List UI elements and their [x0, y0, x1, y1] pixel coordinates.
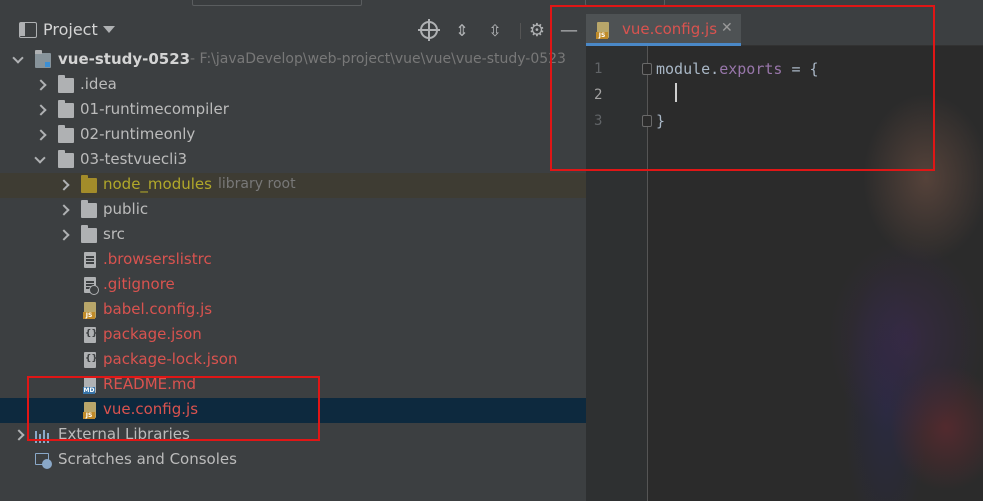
folder-icon — [81, 200, 97, 218]
collapse-arrow-icon[interactable] — [33, 98, 47, 123]
expand-arrow-icon[interactable] — [33, 148, 47, 173]
tree-item-label: package.json — [103, 325, 202, 343]
markdown-file-icon — [83, 377, 96, 394]
library-root-hint: library root — [218, 176, 296, 192]
tree-row-root[interactable]: vue-study-0523 - F:\javaDevelop\web-proj… — [0, 48, 586, 73]
tab-vue-config[interactable]: vue.config.js ✕ — [586, 14, 741, 46]
tree-item-label: README.md — [103, 375, 197, 393]
folder-icon — [58, 75, 74, 93]
tree-item-label: .gitignore — [103, 275, 175, 293]
collapse-arrow-icon[interactable] — [33, 123, 47, 148]
tree-row-scratches[interactable]: Scratches and Consoles — [0, 448, 586, 473]
tree-item-label: public — [103, 200, 149, 218]
scratches-icon — [35, 453, 53, 469]
tree-row-idea[interactable]: .idea — [0, 73, 586, 98]
code-editor: vue.config.js ✕ 1 2 3 module.exports = {… — [586, 8, 983, 501]
collapse-arrow-icon[interactable] — [56, 223, 70, 248]
tree-row-03-testvuecli3[interactable]: 03-testvuecli3 — [0, 148, 586, 173]
tree-row-readme[interactable]: README.md — [0, 373, 586, 398]
folder-icon — [58, 150, 74, 168]
tree-row-gitignore[interactable]: .gitignore — [0, 273, 586, 298]
tree-item-label: package-lock.json — [103, 350, 238, 368]
project-panel-header: Project ⇕ ⇳ ⚙ — — [0, 16, 586, 46]
tree-item-label: babel.config.js — [103, 300, 213, 318]
tree-row-src[interactable]: src — [0, 223, 586, 248]
tree-row-external-libraries[interactable]: External Libraries — [0, 423, 586, 448]
root-module-label: vue-study-0523 — [58, 50, 191, 68]
code-line-1[interactable]: module.exports = { — [656, 60, 819, 78]
js-file-icon — [596, 22, 609, 39]
chevron-down-icon[interactable] — [103, 26, 115, 33]
locate-file-icon[interactable] — [418, 19, 440, 41]
top-toolbar-strip — [0, 0, 983, 8]
js-file-icon — [83, 402, 96, 419]
editor-tab-bar: vue.config.js ✕ — [586, 8, 983, 46]
gear-icon[interactable]: ⚙ — [527, 21, 547, 41]
close-icon[interactable]: ✕ — [721, 20, 733, 36]
tree-row-babel-config[interactable]: babel.config.js — [0, 298, 586, 323]
tree-item-label: 01-runtimecompiler — [80, 100, 229, 118]
tree-item-label: .idea — [80, 75, 117, 93]
fold-marker-icon[interactable] — [642, 63, 652, 75]
tree-item-label: .browserslistrc — [103, 250, 212, 268]
text-caret — [675, 83, 677, 102]
fold-marker-icon[interactable] — [642, 115, 652, 127]
code-line-3[interactable]: } — [656, 112, 665, 130]
module-folder-icon — [35, 50, 51, 68]
hide-panel-icon[interactable]: — — [559, 21, 579, 41]
folder-icon — [58, 100, 74, 118]
tree-item-label: 03-testvuecli3 — [80, 150, 188, 168]
collapse-arrow-icon[interactable] — [33, 73, 47, 98]
tab-label: vue.config.js — [622, 20, 718, 38]
tree-row-01-runtimecompiler[interactable]: 01-runtimecompiler — [0, 98, 586, 123]
ignore-file-icon — [84, 277, 99, 295]
folder-icon — [81, 225, 97, 243]
collapse-all-icon[interactable]: ⇳ — [485, 21, 505, 41]
tree-row-package-json[interactable]: package.json — [0, 323, 586, 348]
collapse-arrow-icon[interactable] — [56, 198, 70, 223]
line-number: 2 — [594, 87, 603, 103]
folder-icon — [58, 125, 74, 143]
expand-arrow-icon[interactable] — [11, 48, 25, 73]
root-path-hint: - F:\javaDevelop\web-project\vue\vue\vue… — [190, 51, 566, 67]
js-file-icon — [83, 302, 96, 319]
json-file-icon — [84, 327, 98, 343]
tree-row-browserslistrc[interactable]: .browserslistrc — [0, 248, 586, 273]
json-file-icon — [84, 352, 98, 368]
tree-row-node-modules[interactable]: node_modules library root — [0, 173, 586, 198]
project-panel-title[interactable]: Project — [43, 20, 98, 39]
text-file-icon — [84, 252, 96, 268]
collapse-arrow-icon[interactable] — [11, 423, 25, 448]
expand-all-icon[interactable]: ⇕ — [452, 21, 472, 41]
library-icon — [35, 429, 53, 443]
tree-item-label: Scratches and Consoles — [58, 450, 237, 468]
line-number: 1 — [594, 61, 603, 77]
code-token-property: exports — [719, 60, 783, 78]
code-token: = { — [782, 60, 819, 78]
project-view-icon — [19, 22, 37, 38]
project-tool-window: Project ⇕ ⇳ ⚙ — vue-study-0523 - F:\java… — [0, 8, 586, 501]
tree-item-label: External Libraries — [58, 425, 190, 443]
code-token: module. — [656, 60, 720, 78]
run-target-selector[interactable] — [585, 0, 665, 6]
line-number-gutter: 1 2 3 — [586, 46, 652, 501]
tree-row-public[interactable]: public — [0, 198, 586, 223]
tree-item-label: 02-runtimeonly — [80, 125, 196, 143]
code-token: } — [656, 112, 666, 130]
header-divider — [520, 23, 521, 39]
tree-item-label: node_modules — [103, 175, 212, 193]
tree-item-label: src — [103, 225, 125, 243]
collapse-arrow-icon[interactable] — [56, 173, 70, 198]
line-number: 3 — [594, 113, 603, 129]
tree-row-02-runtimeonly[interactable]: 02-runtimeonly — [0, 123, 586, 148]
add-configuration-button[interactable] — [192, 0, 362, 6]
tree-item-label: vue.config.js — [103, 400, 199, 418]
tree-row-vue-config[interactable]: vue.config.js — [0, 398, 586, 423]
tree-row-package-lock[interactable]: package-lock.json — [0, 348, 586, 373]
library-folder-icon — [81, 175, 97, 193]
